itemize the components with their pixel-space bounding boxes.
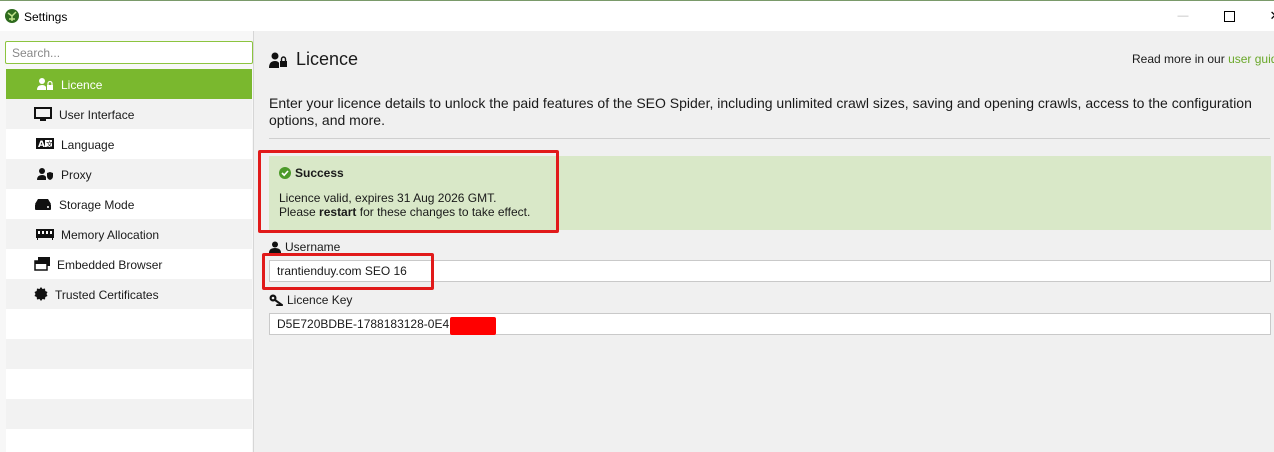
sidebar-item-label: Trusted Certificates (55, 288, 159, 302)
user-guide-link[interactable]: user guide (1228, 52, 1274, 66)
minimize-icon: — (1177, 10, 1189, 22)
proxy-user-shield-icon (37, 168, 53, 180)
svg-text:A: A (38, 140, 45, 150)
sidebar-item-trusted-certificates[interactable]: Trusted Certificates (6, 279, 252, 309)
maximize-button[interactable] (1206, 1, 1252, 31)
language-icon: A文 (36, 138, 54, 150)
sidebar-item-label: Embedded Browser (57, 258, 163, 272)
username-label: Username (269, 240, 340, 254)
close-icon: ✕ (1270, 8, 1274, 24)
browser-windows-icon (34, 257, 50, 271)
window-titlebar: Settings — ✕ (0, 0, 1274, 31)
sidebar-item-label: Proxy (61, 168, 92, 182)
sidebar-item-label: User Interface (59, 108, 135, 122)
licence-user-lock-icon (269, 52, 287, 68)
sidebar-item-user-interface[interactable]: User Interface (6, 99, 252, 129)
licence-key-field[interactable]: D5E720BDBE-1788183128-0E41 (269, 313, 1271, 335)
key-icon (269, 294, 283, 306)
sidebar-item-label: Licence (61, 78, 103, 92)
licence-key-label: Licence Key (269, 293, 352, 307)
sidebar-item-storage-mode[interactable]: Storage Mode (6, 189, 252, 219)
sidebar-item-licence[interactable]: Licence (6, 69, 252, 99)
licence-panel: Licence Read more in our user guide Ente… (255, 31, 1274, 452)
sidebar-item-memory-allocation[interactable]: Memory Allocation (6, 219, 252, 249)
empty-row (6, 369, 252, 399)
empty-row (6, 309, 252, 339)
settings-sidebar: Licence User Interface A文 Language Proxy… (0, 31, 254, 452)
redaction-mark (450, 317, 496, 335)
divider (269, 138, 1270, 139)
licence-key-label-text: Licence Key (287, 293, 353, 307)
sidebar-item-label: Language (61, 138, 115, 152)
licence-user-lock-icon (37, 78, 53, 90)
window-title: Settings (24, 10, 68, 24)
success-highlight-box (258, 150, 559, 233)
sidebar-item-label: Memory Allocation (61, 228, 160, 242)
empty-row (6, 339, 252, 369)
search-input[interactable] (6, 42, 252, 63)
sidebar-item-language[interactable]: A文 Language (6, 129, 252, 159)
settings-nav: Licence User Interface A文 Language Proxy… (6, 69, 252, 452)
read-more-text: Read more in our (1132, 52, 1225, 66)
monitor-icon (34, 107, 52, 121)
sidebar-item-embedded-browser[interactable]: Embedded Browser (6, 249, 252, 279)
hard-drive-icon (35, 199, 51, 210)
memory-chip-icon (36, 229, 54, 240)
user-icon (269, 241, 281, 253)
sidebar-item-label: Storage Mode (59, 198, 135, 212)
read-more: Read more in our user guide (1132, 52, 1274, 66)
certificate-badge-icon (34, 287, 48, 301)
svg-text:文: 文 (46, 140, 53, 149)
close-button[interactable]: ✕ (1252, 1, 1274, 31)
intro-text: Enter your licence details to unlock the… (269, 95, 1252, 128)
search-box[interactable] (5, 41, 253, 64)
username-highlight-box (262, 253, 434, 290)
empty-row (6, 399, 252, 429)
minimize-button[interactable]: — (1160, 1, 1206, 31)
sidebar-item-proxy[interactable]: Proxy (6, 159, 252, 189)
app-logo-icon (5, 9, 19, 23)
page-title: Licence (296, 49, 359, 69)
empty-row (6, 429, 252, 452)
username-label-text: Username (285, 240, 341, 254)
maximize-icon (1223, 10, 1235, 22)
